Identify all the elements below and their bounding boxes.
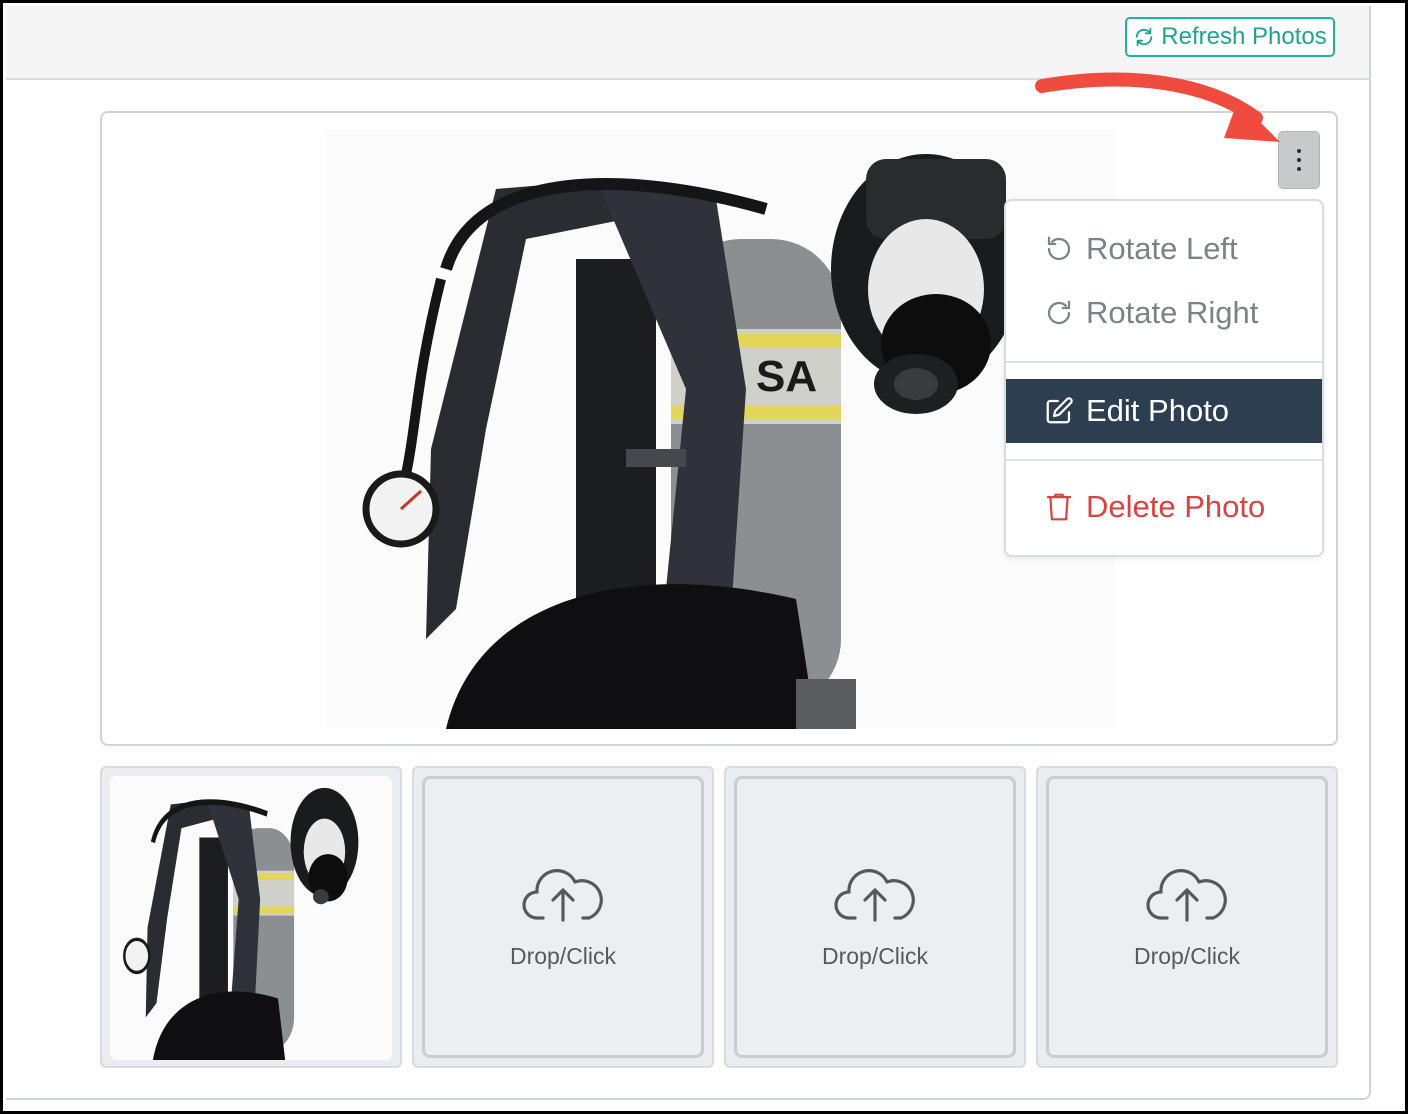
edit-photo-label: Edit Photo: [1086, 393, 1230, 428]
edit-pencil-icon: [1042, 394, 1076, 428]
upload-slot-4: Drop/Click: [1036, 766, 1338, 1068]
upload-label: Drop/Click: [821, 943, 929, 969]
rotate-left-menu-item[interactable]: Rotate Left: [1006, 219, 1322, 279]
upload-dropzone[interactable]: Drop/Click: [422, 776, 704, 1058]
refresh-photos-label: Refresh Photos: [1161, 23, 1327, 50]
delete-photo-label: Delete Photo: [1086, 489, 1266, 524]
trash-icon: [1042, 490, 1076, 524]
screenshot-frame: Refresh Photos SA Rotate Left Rotate Rig…: [0, 0, 1408, 1114]
rotate-left-label: Rotate Left: [1086, 231, 1238, 266]
upload-dropzone[interactable]: Drop/Click: [734, 776, 1016, 1058]
kebab-dot: [1297, 149, 1301, 153]
menu-divider: [1006, 459, 1322, 461]
refresh-photos-button[interactable]: Refresh Photos: [1125, 17, 1335, 57]
main-photo[interactable]: SA: [326, 129, 1115, 729]
upload-slot-3: Drop/Click: [724, 766, 1026, 1068]
kebab-dot: [1297, 158, 1301, 162]
upload-label: Drop/Click: [509, 943, 617, 969]
cloud-upload-icon: [521, 864, 605, 929]
rotate-left-icon: [1042, 232, 1076, 266]
menu-divider: [1006, 361, 1322, 363]
kebab-dot: [1297, 167, 1301, 171]
edit-photo-menu-item[interactable]: Edit Photo: [1006, 379, 1322, 443]
rotate-right-icon: [1042, 296, 1076, 330]
cloud-upload-icon: [1145, 864, 1229, 929]
delete-photo-menu-item[interactable]: Delete Photo: [1006, 477, 1322, 537]
breathing-apparatus-photo: SA: [326, 129, 1115, 729]
thumbnail-slot-1: [100, 766, 402, 1068]
cloud-upload-icon: [833, 864, 917, 929]
rotate-right-label: Rotate Right: [1086, 295, 1259, 330]
refresh-icon: [1133, 26, 1155, 48]
photo-options-menu: Rotate Left Rotate Right Edit Photo Dele…: [1004, 199, 1324, 557]
upload-slot-2: Drop/Click: [412, 766, 714, 1068]
photos-toolbar: Refresh Photos: [6, 6, 1369, 80]
upload-dropzone[interactable]: Drop/Click: [1046, 776, 1328, 1058]
photo-options-button[interactable]: [1278, 131, 1320, 189]
upload-label: Drop/Click: [1133, 943, 1241, 969]
photos-panel: Refresh Photos SA Rotate Left Rotate Rig…: [6, 6, 1371, 1100]
svg-text:SA: SA: [756, 352, 817, 401]
rotate-right-menu-item[interactable]: Rotate Right: [1006, 283, 1322, 343]
thumbnail-apparatus-photo: [110, 776, 392, 1060]
thumbnail-photo[interactable]: [110, 776, 392, 1060]
